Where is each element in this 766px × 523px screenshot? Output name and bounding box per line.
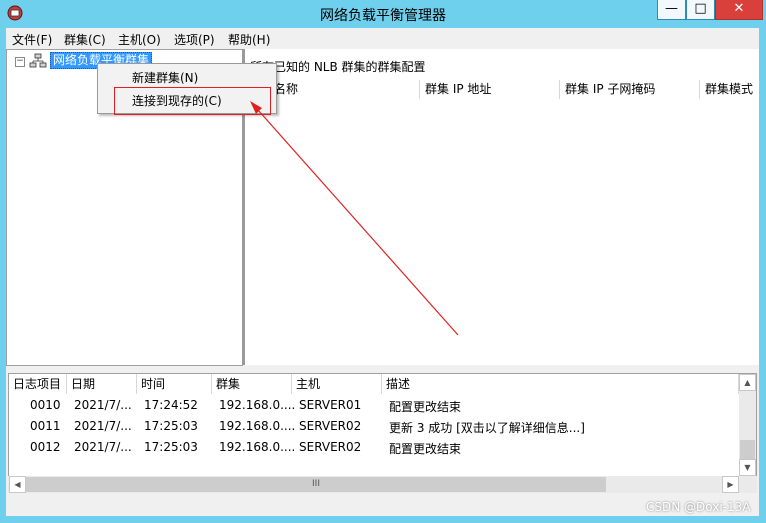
log-cell-host[interactable]: SERVER01 — [299, 398, 361, 412]
log-cell-description[interactable]: 配置更改结束 — [389, 398, 461, 415]
log-cell-description[interactable]: 更新 3 成功 [双击以了解详细信息...] — [389, 419, 585, 436]
log-cell-time[interactable]: 17:25:03 — [144, 440, 198, 454]
log-cell-date[interactable]: 2021/7/... — [74, 398, 132, 412]
log-column-cluster[interactable]: 群集 — [212, 374, 292, 394]
log-column-entry[interactable]: 日志项目 — [9, 374, 67, 394]
scroll-up-icon[interactable]: ▲ — [739, 374, 756, 391]
log-column-time[interactable]: 时间 — [137, 374, 212, 394]
log-column-host[interactable]: 主机 — [292, 374, 382, 394]
log-cell-cluster[interactable]: 192.168.0.... — [219, 440, 295, 454]
log-cell-date[interactable]: 2021/7/... — [74, 419, 132, 433]
log-column-date[interactable]: 日期 — [67, 374, 137, 394]
scroll-down-icon[interactable]: ▼ — [739, 459, 756, 476]
log-cell-time[interactable]: 17:25:03 — [144, 419, 198, 433]
log-cell-entry[interactable]: 0010 — [30, 398, 61, 412]
log-cell-host[interactable]: SERVER02 — [299, 419, 361, 433]
horizontal-scroll-thumb[interactable]: III — [26, 477, 606, 492]
log-cell-entry[interactable]: 0011 — [30, 419, 61, 433]
log-cell-cluster[interactable]: 192.168.0.... — [219, 419, 295, 433]
watermark: CSDN @Doxi-13A — [646, 500, 751, 514]
log-cell-date[interactable]: 2021/7/... — [74, 440, 132, 454]
log-cell-entry[interactable]: 0012 — [30, 440, 61, 454]
log-cell-cluster[interactable]: 192.168.0.... — [219, 398, 295, 412]
scroll-right-icon[interactable]: ▶ — [722, 476, 739, 493]
vertical-scroll-thumb[interactable] — [740, 440, 755, 459]
log-cell-description[interactable]: 配置更改结束 — [389, 440, 461, 457]
scroll-left-icon[interactable]: ◀ — [9, 476, 26, 493]
log-cell-host[interactable]: SERVER02 — [299, 440, 361, 454]
log-column-description[interactable]: 描述 — [382, 374, 739, 394]
log-cell-time[interactable]: 17:24:52 — [144, 398, 198, 412]
